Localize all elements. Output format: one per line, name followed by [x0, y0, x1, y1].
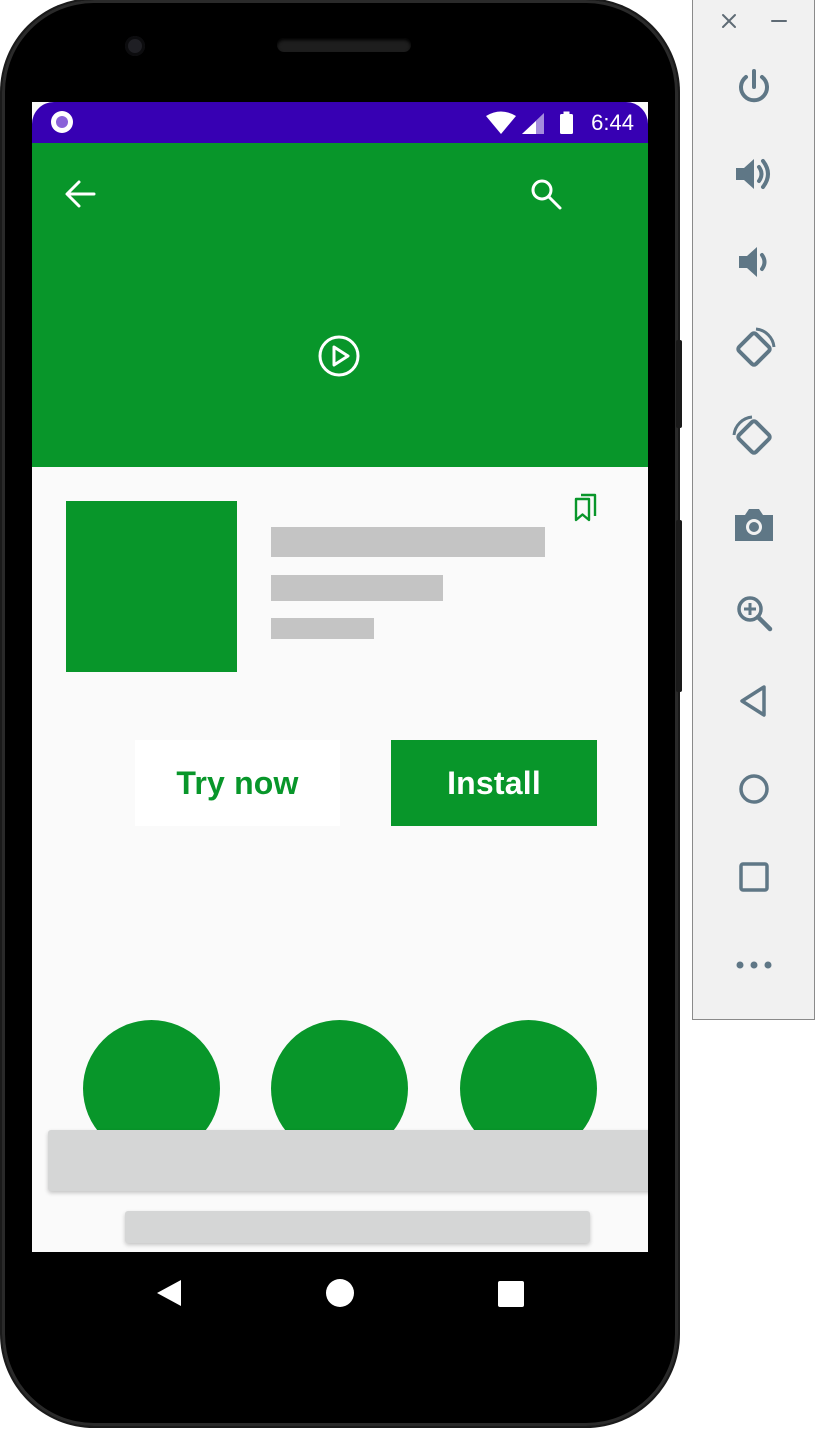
zoom-button[interactable] [693, 573, 814, 653]
overview-button[interactable] [693, 837, 814, 917]
volume-side-button [676, 520, 682, 692]
earpiece-speaker [277, 38, 411, 52]
nav-back-icon[interactable] [155, 1278, 183, 1308]
minimize-icon[interactable] [770, 12, 788, 30]
phone-screen: 6:44 Try now Install [32, 102, 648, 1252]
power-icon [738, 69, 769, 103]
volume-down-icon [738, 247, 766, 277]
signal-icon [486, 111, 573, 134]
info-card-placeholder [48, 1130, 648, 1191]
home-button[interactable] [693, 749, 814, 829]
nav-home-icon[interactable] [326, 1279, 354, 1307]
app-title-placeholder [271, 527, 545, 557]
overview-icon [738, 862, 769, 892]
back-button[interactable] [693, 661, 814, 741]
screenshot-button[interactable] [693, 485, 814, 565]
power-button[interactable] [693, 47, 814, 127]
home-icon [738, 774, 769, 804]
zoom-icon [736, 596, 772, 632]
app-header [32, 143, 648, 467]
back-icon [739, 685, 766, 717]
back-arrow-icon[interactable] [62, 176, 98, 212]
bookmark-icon[interactable] [573, 493, 599, 523]
search-icon[interactable] [528, 176, 564, 212]
notification-icon [51, 111, 73, 133]
try-now-button[interactable]: Try now [135, 740, 340, 826]
status-time: 6:44 [591, 110, 634, 135]
rotate-left-icon [735, 327, 775, 367]
nav-overview-icon[interactable] [498, 1281, 524, 1307]
app-developer-placeholder [271, 575, 443, 601]
rotate-right-icon [732, 415, 772, 455]
power-side-button [676, 340, 682, 428]
rotate-right-button[interactable] [693, 397, 814, 477]
more-icon [736, 961, 771, 969]
camera-icon [734, 509, 773, 541]
volume-up-icon [735, 159, 770, 189]
app-detail-content: Try now Install [32, 467, 648, 1252]
more-button[interactable] [693, 925, 814, 1005]
rotate-left-button[interactable] [693, 309, 814, 389]
volume-up-button[interactable] [693, 134, 814, 214]
app-icon [66, 501, 237, 672]
info-card-placeholder [125, 1211, 590, 1243]
emulator-toolbar [692, 0, 815, 1020]
app-meta-placeholder [271, 618, 374, 639]
front-camera [125, 36, 145, 56]
volume-down-button[interactable] [693, 222, 814, 302]
close-icon[interactable] [720, 12, 738, 30]
play-video-icon[interactable] [317, 334, 361, 378]
install-button[interactable]: Install [391, 740, 597, 826]
status-bar: 6:44 [32, 102, 648, 143]
